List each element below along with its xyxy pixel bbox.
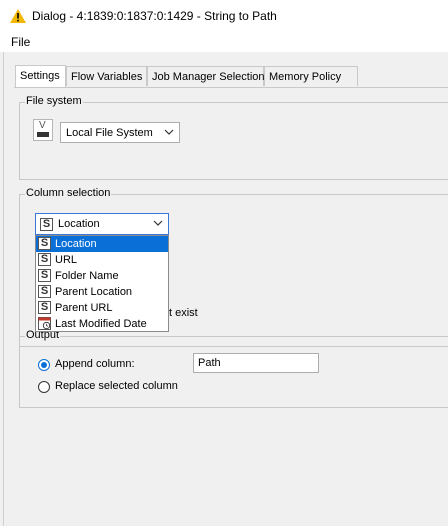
string-type-icon: S bbox=[38, 237, 51, 250]
tab-job-manager-selection[interactable]: Job Manager Selection bbox=[147, 66, 265, 86]
replace-column-label: Replace selected column bbox=[55, 380, 178, 392]
dropdown-option-parent-location[interactable]: S Parent Location bbox=[36, 284, 168, 300]
tab-memory-policy[interactable]: Memory Policy bbox=[264, 66, 358, 86]
column-select-value: Location bbox=[58, 218, 100, 230]
divider bbox=[3, 52, 4, 526]
append-column-label: Append column: bbox=[55, 358, 135, 370]
warning-icon bbox=[10, 9, 26, 23]
string-type-icon: S bbox=[38, 301, 51, 314]
calendar-clock-icon bbox=[38, 317, 51, 330]
column-selection-label: Column selection bbox=[25, 187, 112, 199]
chevron-down-icon bbox=[153, 220, 163, 226]
string-type-icon: S bbox=[38, 253, 51, 266]
replace-column-radio[interactable] bbox=[38, 381, 50, 393]
dropdown-option-url[interactable]: S URL bbox=[36, 252, 168, 268]
window-title: Dialog - 4:1839:0:1837:0:1429 - String t… bbox=[32, 9, 277, 23]
chevron-down-icon bbox=[164, 129, 174, 135]
append-column-input[interactable] bbox=[193, 353, 319, 373]
tab-settings[interactable]: Settings bbox=[15, 65, 66, 87]
string-type-icon: S bbox=[38, 269, 51, 282]
file-system-value: Local File System bbox=[66, 127, 153, 139]
dropdown-option-parent-url[interactable]: S Parent URL bbox=[36, 300, 168, 316]
dropdown-option-last-modified-date[interactable]: Last Modified Date bbox=[36, 316, 168, 332]
append-column-value[interactable] bbox=[198, 356, 313, 370]
title-bar: Dialog - 4:1839:0:1837:0:1429 - String t… bbox=[0, 0, 448, 32]
file-system-icon: V bbox=[33, 119, 53, 141]
menu-file[interactable]: File bbox=[11, 35, 30, 49]
dropdown-option-folder-name[interactable]: S Folder Name bbox=[36, 268, 168, 284]
tab-flow-variables[interactable]: Flow Variables bbox=[66, 66, 147, 86]
string-type-icon: S bbox=[40, 218, 53, 231]
menu-bar: File bbox=[0, 32, 448, 52]
file-system-select[interactable]: Local File System bbox=[60, 122, 180, 143]
string-type-icon: S bbox=[38, 285, 51, 298]
hidden-option-label: t exist bbox=[169, 307, 198, 319]
file-system-label: File system bbox=[25, 95, 83, 107]
dropdown-option-location[interactable]: S Location bbox=[36, 236, 168, 252]
file-system-group: File system V Local File System bbox=[19, 95, 448, 180]
column-dropdown-list: S Location S URL S Folder Name S Parent … bbox=[35, 235, 169, 332]
column-select[interactable]: S Location bbox=[35, 213, 169, 235]
append-column-radio[interactable] bbox=[38, 359, 50, 371]
